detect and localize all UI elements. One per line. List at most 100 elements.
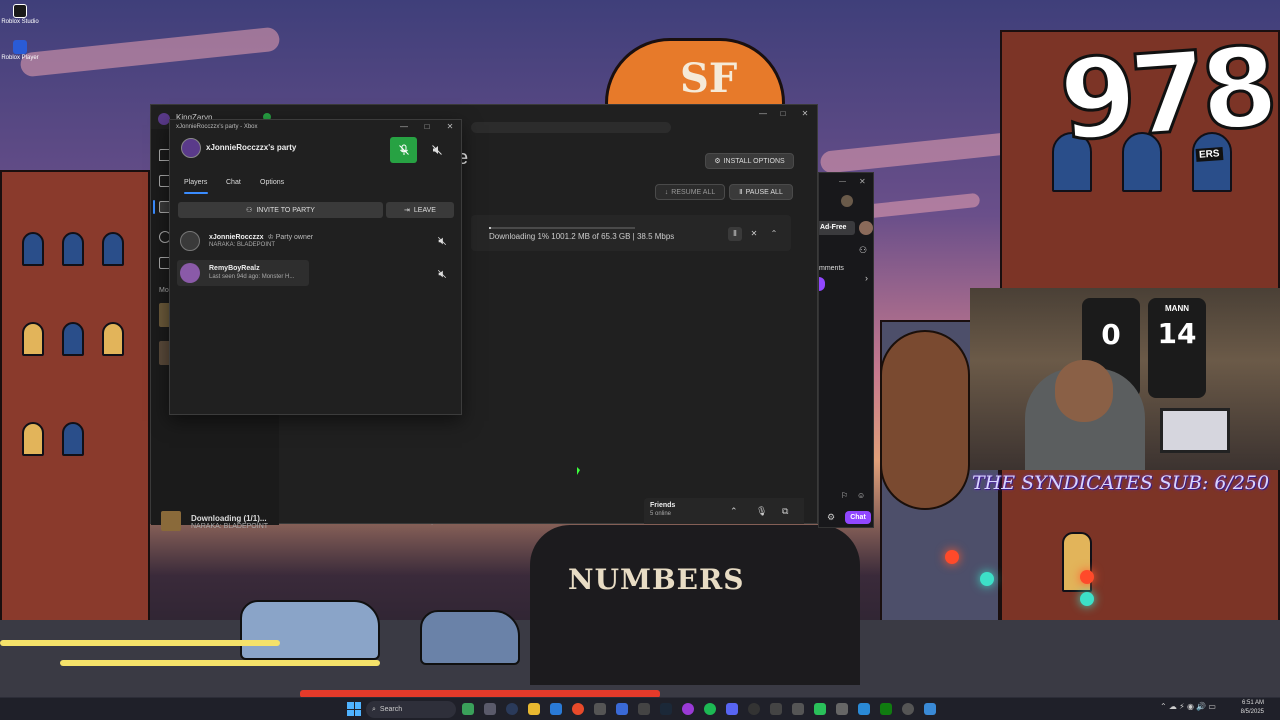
spotify-icon[interactable] — [704, 703, 716, 715]
pause-download-button[interactable]: Ⅱ — [728, 227, 742, 241]
desktop-icon-label: Roblox Studio — [1, 19, 39, 25]
collapse-chevron-icon[interactable]: ⌃ — [767, 227, 781, 241]
party-maximize-button[interactable]: □ — [419, 122, 435, 131]
app-icon[interactable] — [858, 703, 870, 715]
app-icon[interactable] — [748, 703, 760, 715]
invite-label: INVITE TO PARTY — [256, 206, 315, 214]
friends-icon[interactable]: ⚇ — [859, 245, 867, 256]
start-button[interactable] — [347, 702, 361, 716]
member-name: xJonnieRocczzx ♔ Party owner — [209, 234, 314, 241]
app-icon[interactable] — [506, 703, 518, 715]
app-icon[interactable] — [792, 703, 804, 715]
file-explorer-icon[interactable] — [528, 703, 540, 715]
pause-all-button[interactable]: Ⅱ PAUSE ALL — [729, 184, 793, 200]
chevron-right-icon[interactable]: › — [865, 273, 868, 283]
invite-to-party-button[interactable]: ⚇ INVITE TO PARTY — [178, 202, 383, 218]
steam-icon[interactable] — [660, 703, 672, 715]
party-minimize-button[interactable]: — — [396, 122, 412, 131]
app-icon[interactable] — [682, 703, 694, 715]
party-close-button[interactable]: ✕ — [442, 122, 458, 131]
download-footer-title[interactable]: Downloading (1/1)... — [191, 514, 267, 523]
shirt-text: NUMBERS — [568, 563, 745, 596]
twitch-window[interactable]: — ✕ Ad-Free ⚇ mments › ⚐ ☺ ⚙ Chat — [818, 172, 874, 528]
logo-ers: ERS — [1195, 147, 1223, 162]
sub-goal-text: THE SYNDICATES SUB: 6/250 — [972, 472, 1270, 494]
roblox-studio-icon — [13, 4, 27, 18]
party-window[interactable]: xJonnieRocczzx's party - Xbox — □ ✕ xJon… — [169, 119, 462, 415]
download-status-text: Downloading 1% 1001.2 MB of 65.3 GB | 38… — [489, 232, 675, 241]
purple-indicator — [819, 277, 825, 291]
xbox-maximize-button[interactable]: □ — [775, 109, 791, 118]
app-icon[interactable] — [616, 703, 628, 715]
crown-icon: ♔ — [267, 234, 274, 241]
pause-icon: Ⅱ — [739, 189, 743, 196]
party-member[interactable]: xJonnieRocczzx ♔ Party owner NARAKA: BLADE… — [177, 228, 313, 254]
taskbar-search[interactable]: ⌕ Search — [366, 701, 456, 718]
member-avatar — [180, 263, 200, 283]
xbox-close-button[interactable]: ✕ — [797, 109, 813, 118]
ad-free-button[interactable]: Ad-Free — [819, 221, 855, 235]
search-placeholder: Search — [379, 706, 403, 713]
mute-party-button[interactable] — [423, 137, 450, 163]
desktop-icon-label: Roblox Player — [1, 55, 39, 61]
microphone-icon[interactable]: 🎙 — [756, 506, 767, 517]
mouse-cursor — [577, 467, 580, 475]
cancel-download-button[interactable]: ✕ — [747, 227, 761, 241]
widget-app-icon[interactable] — [462, 703, 474, 715]
mute-microphone-button[interactable] — [390, 137, 417, 163]
tab-options[interactable]: Options — [260, 179, 284, 186]
app-icon[interactable] — [770, 703, 782, 715]
chat-button[interactable]: Chat — [845, 511, 871, 524]
edge-icon[interactable] — [550, 703, 562, 715]
logo-978: 978 — [1054, 21, 1277, 166]
party-member[interactable]: RemyBoyRealz Last seen 94d ago: Monster … — [177, 260, 309, 286]
resume-all-button[interactable]: ↓ RESUME ALL — [655, 184, 725, 200]
task-view-icon[interactable] — [484, 703, 496, 715]
discord-icon[interactable] — [726, 703, 738, 715]
xbox-minimize-button[interactable]: — — [755, 109, 771, 118]
chrome-icon[interactable] — [572, 703, 584, 715]
clock-time[interactable]: 6:51 AM — [1234, 700, 1264, 706]
install-options-button[interactable]: ⚙ INSTALL OPTIONS — [705, 153, 794, 169]
profile-avatar[interactable] — [859, 221, 873, 235]
minimize-button[interactable]: — — [839, 178, 846, 185]
member-status: Last seen 94d ago: Monster H... — [209, 274, 295, 280]
tab-chat[interactable]: Chat — [226, 179, 241, 186]
download-game-thumb[interactable] — [161, 511, 181, 531]
desktop-icon-roblox-player[interactable]: Roblox Player — [0, 40, 40, 62]
friends-online-count: 5 online — [650, 511, 672, 517]
jersey-mann: MANN 14 — [1148, 298, 1206, 398]
app-icon[interactable] — [924, 703, 936, 715]
emote-icon[interactable]: ⚐ — [841, 491, 848, 500]
app-icon[interactable] — [594, 703, 606, 715]
speaker-muted-icon — [437, 236, 447, 246]
close-button[interactable]: ✕ — [859, 177, 866, 186]
member-avatar — [180, 231, 200, 251]
user-avatar[interactable] — [841, 195, 853, 207]
app-icon[interactable] — [902, 703, 914, 715]
streamer-head — [1055, 360, 1113, 422]
add-person-icon: ⚇ — [246, 207, 253, 214]
microphone-muted-icon — [398, 144, 409, 155]
clock-date[interactable]: 8/5/2025 — [1228, 709, 1264, 715]
app-icon[interactable] — [836, 703, 848, 715]
tab-players[interactable]: Players — [184, 179, 207, 186]
member-mute-button[interactable] — [435, 267, 449, 281]
member-mute-button[interactable] — [435, 234, 449, 248]
active-nav-indicator — [153, 200, 155, 214]
play-icon[interactable] — [814, 703, 826, 715]
xbox-search-bar[interactable] — [471, 122, 671, 133]
leave-party-button[interactable]: ⇥ LEAVE — [386, 202, 454, 218]
app-icon[interactable] — [638, 703, 650, 715]
download-queue-item[interactable]: Downloading 1% 1001.2 MB of 65.3 GB | 38… — [471, 215, 791, 251]
friends-bar[interactable]: Friends 5 online ⌃ 🎙 ⧉ — [644, 498, 804, 524]
smiley-icon[interactable]: ☺ — [857, 491, 865, 500]
chevron-up-icon[interactable]: ⌃ — [730, 506, 738, 517]
system-tray[interactable]: ⌃ ☁ ⚡ ◉ 🔊 ▭ — [1160, 702, 1216, 711]
party-name: xJonnieRocczzx's party — [206, 143, 297, 152]
xbox-icon[interactable] — [880, 703, 892, 715]
settings-icon[interactable]: ⚙ — [827, 512, 835, 523]
desktop-icon-roblox-studio[interactable]: Roblox Studio — [0, 4, 40, 26]
pop-out-icon[interactable]: ⧉ — [782, 506, 788, 517]
active-tab-indicator — [184, 192, 208, 194]
